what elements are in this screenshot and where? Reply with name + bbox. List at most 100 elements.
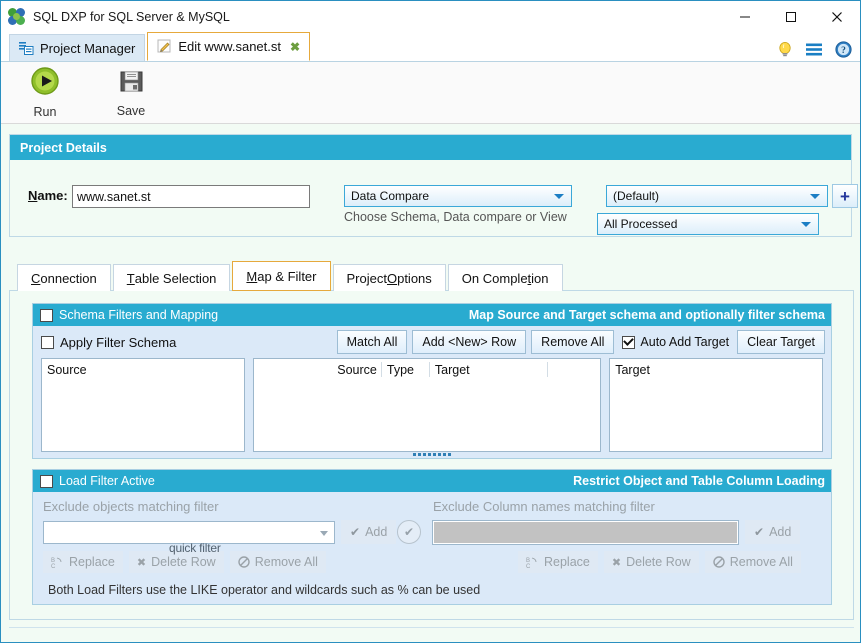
header-icon-group: ? xyxy=(777,41,852,58)
exclude-columns-input[interactable] xyxy=(433,521,738,544)
tab-map-and-filter[interactable]: Map & Filter xyxy=(232,261,330,291)
column-header-type[interactable]: Type xyxy=(382,362,430,377)
add-label: Add xyxy=(365,525,387,539)
remove-all-button[interactable]: Remove All xyxy=(531,330,614,354)
close-button[interactable] xyxy=(814,1,860,33)
minimize-button[interactable] xyxy=(722,1,768,33)
save-button[interactable]: Save xyxy=(105,68,157,118)
schema-filters-checkbox[interactable] xyxy=(40,309,53,322)
help-icon[interactable]: ? xyxy=(835,41,852,58)
compare-type-hint: Choose Schema, Data compare or View xyxy=(344,210,567,224)
maximize-button[interactable] xyxy=(768,1,814,33)
source-schema-list[interactable]: Source xyxy=(41,358,245,452)
remove-all-button-left[interactable]: Remove All xyxy=(230,551,326,573)
tab-accel: O xyxy=(387,271,397,286)
tab-label-pre: On Comple xyxy=(462,271,528,286)
exclude-objects-input[interactable] xyxy=(43,521,335,544)
match-all-button[interactable]: Match All xyxy=(337,330,408,354)
tab-label: ion xyxy=(531,271,548,286)
load-filter-group: Load Filter Active Restrict Object and T… xyxy=(32,469,832,605)
name-label: Name: xyxy=(28,188,68,203)
map-and-filter-pane: Schema Filters and Mapping Map Source an… xyxy=(9,290,854,620)
section-tabs: Connection Table Selection Map & Filter … xyxy=(17,261,565,291)
add-column-filter-button[interactable]: ✔ Add xyxy=(745,520,800,544)
schema-group-header: Schema Filters and Mapping Map Source an… xyxy=(33,304,831,326)
replace-button-right[interactable]: BC Replace xyxy=(518,551,598,573)
load-filter-footer-hint: Both Load Filters use the LIKE operator … xyxy=(41,580,825,600)
tab-label-pre: Project xyxy=(347,271,387,286)
profile-select[interactable]: (Default) xyxy=(606,185,828,207)
window-title: SQL DXP for SQL Server & MySQL xyxy=(33,10,230,24)
schema-group-hint: Map Source and Target schema and optiona… xyxy=(469,308,825,322)
svg-text:C: C xyxy=(51,564,56,569)
replace-icon: BC xyxy=(51,556,64,569)
tab-project-manager[interactable]: Project Manager xyxy=(9,34,145,61)
column-header-target[interactable]: Target xyxy=(430,362,548,377)
compare-type-select[interactable]: Data Compare xyxy=(344,185,572,207)
add-new-row-button[interactable]: Add <New> Row xyxy=(412,330,526,354)
schema-mapping-grid[interactable]: Source Type Target xyxy=(253,358,601,452)
replace-button-left[interactable]: BC Replace xyxy=(43,551,123,573)
save-label: Save xyxy=(117,104,146,118)
tab-accel: T xyxy=(127,271,135,286)
processed-filter-value: All Processed xyxy=(604,217,677,231)
load-filter-active-checkbox[interactable] xyxy=(40,475,53,488)
splitter-grip-icon xyxy=(413,453,451,456)
project-name-input[interactable] xyxy=(72,185,310,208)
column-header-source[interactable]: Source xyxy=(254,362,382,377)
processed-filter-select[interactable]: All Processed xyxy=(597,213,819,235)
run-button[interactable]: Run xyxy=(19,66,71,119)
clear-target-button[interactable]: Clear Target xyxy=(737,330,825,354)
tab-label: Project Manager xyxy=(40,41,135,56)
app-window: SQL DXP for SQL Server & MySQL xyxy=(0,0,861,643)
compare-type-value: Data Compare xyxy=(351,189,429,203)
run-label: Run xyxy=(34,105,57,119)
apply-filter-schema-label: Apply Filter Schema xyxy=(60,335,176,350)
apply-filter-schema-checkbox[interactable] xyxy=(41,336,54,349)
tab-label: onnection xyxy=(40,271,96,286)
schema-group-title: Schema Filters and Mapping xyxy=(59,308,218,322)
target-schema-list[interactable]: Target xyxy=(609,358,823,452)
delete-icon: ✖ xyxy=(137,556,146,569)
apply-filter-circle-button[interactable]: ✔ xyxy=(397,520,421,544)
schema-toolbar-row: Apply Filter Schema Match All Add <New> … xyxy=(33,326,831,358)
main-toolbar: Run Save xyxy=(1,62,860,124)
name-label-rest: ame: xyxy=(37,188,67,203)
tab-on-completion[interactable]: On Completion xyxy=(448,264,563,291)
tab-edit-project[interactable]: Edit www.sanet.st ✖ xyxy=(147,32,310,61)
delete-row-label: Delete Row xyxy=(626,555,691,569)
delete-row-label: Delete Row xyxy=(151,555,216,569)
add-object-filter-button[interactable]: ✔ Add xyxy=(341,520,396,544)
panel-splitter[interactable] xyxy=(33,453,831,456)
menu-icon[interactable] xyxy=(805,42,823,57)
auto-add-target-checkbox[interactable] xyxy=(622,336,635,349)
delete-row-button-left[interactable]: ✖ Delete Row xyxy=(129,551,224,573)
replace-label: Replace xyxy=(544,555,590,569)
tab-close-icon[interactable]: ✖ xyxy=(290,40,300,54)
list-icon xyxy=(19,41,34,55)
remove-all-label: Remove All xyxy=(255,555,318,569)
chevron-down-icon xyxy=(801,222,811,227)
target-list-header: Target xyxy=(615,363,650,377)
tab-project-options[interactable]: Project Options xyxy=(333,264,446,291)
source-list-header: Source xyxy=(47,363,87,377)
remove-all-button-right[interactable]: Remove All xyxy=(705,551,801,573)
add-profile-button[interactable]: + xyxy=(832,184,858,208)
delete-row-button-right[interactable]: ✖ Delete Row xyxy=(604,551,699,573)
tab-connection[interactable]: Connection xyxy=(17,264,111,291)
svg-text:?: ? xyxy=(841,46,846,56)
schema-lists: Source Source Type Target Target xyxy=(33,358,831,452)
tab-label: able Selection xyxy=(135,271,217,286)
remove-all-icon xyxy=(238,556,250,568)
chevron-down-icon xyxy=(320,531,328,536)
object-filter-row-actions: BC Replace ✖ Delete Row Remove All xyxy=(43,551,326,573)
tab-table-selection[interactable]: Table Selection xyxy=(113,264,231,291)
window-controls xyxy=(722,1,860,33)
load-group-hint: Restrict Object and Table Column Loading xyxy=(573,474,825,488)
tab-label: ptions xyxy=(397,271,432,286)
load-group-header: Load Filter Active Restrict Object and T… xyxy=(33,470,831,492)
auto-add-target-checkbox-group[interactable]: Auto Add Target xyxy=(619,335,732,349)
tab-accel: C xyxy=(31,271,40,286)
lightbulb-icon[interactable] xyxy=(777,41,793,58)
tab-label: ap & Filter xyxy=(257,269,316,284)
